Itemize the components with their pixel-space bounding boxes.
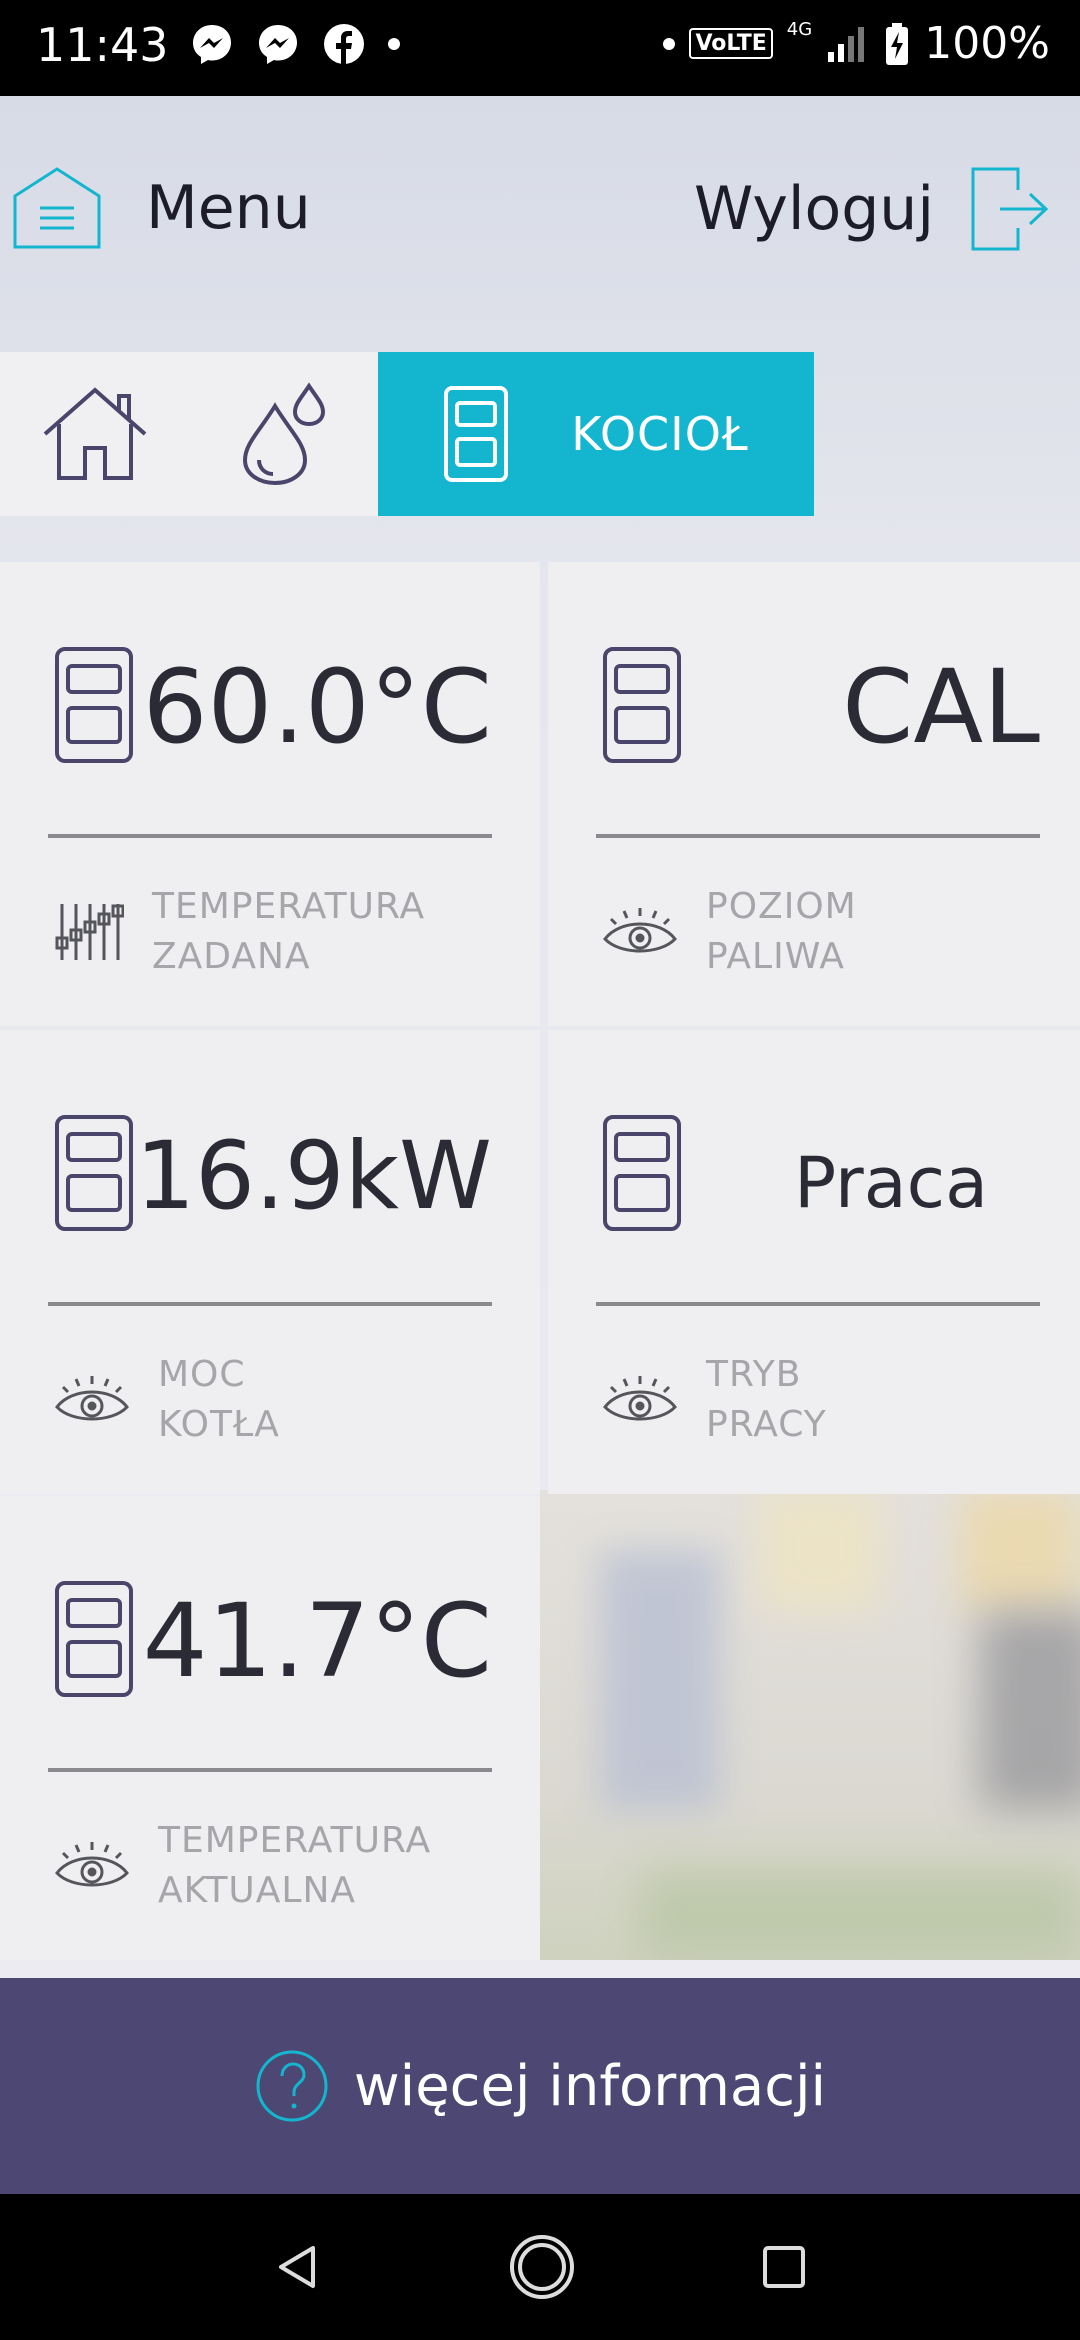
background-photo: [540, 1490, 1080, 1960]
battery-charging-icon: [886, 22, 909, 65]
card-temperatura-zadana[interactable]: 60.0°C TEMPERATURA ZADANA: [0, 562, 540, 1026]
card-moc-kotla[interactable]: 16.9kW MOC KOTŁA: [0, 1030, 540, 1494]
signal-icon: [828, 26, 865, 62]
more-info-button[interactable]: więcej informacji: [0, 1978, 1080, 2194]
card-label: POZIOM PALIWA: [706, 886, 857, 977]
home-nav-icon[interactable]: [509, 2234, 575, 2300]
battery-percent: 100%: [924, 18, 1050, 69]
menu-house-icon: [13, 167, 101, 249]
tab-boiler[interactable]: KOCIOŁ: [378, 352, 814, 516]
card-value: 60.0°C: [142, 648, 492, 767]
eye-icon: [603, 1376, 677, 1421]
app-header: Menu Wyloguj: [0, 96, 1080, 346]
divider: [596, 834, 1040, 838]
water-drops-icon: [242, 382, 326, 486]
logout-icon: [971, 167, 1049, 251]
card-value: Praca: [793, 1142, 988, 1224]
menu-button[interactable]: Menu: [12, 166, 311, 250]
tab-boiler-label: KOCIOŁ: [571, 407, 749, 461]
volte-badge: VoLTE: [689, 28, 773, 59]
notification-icons: [190, 22, 400, 66]
status-bar: 11:43 VoLTE 4G 100%: [0, 0, 1080, 96]
divider: [48, 1302, 492, 1306]
card-value: 41.7°C: [142, 1582, 492, 1701]
facebook-icon: [324, 24, 364, 64]
menu-label: Menu: [146, 173, 311, 243]
boiler-icon: [55, 1581, 133, 1697]
boiler-icon: [603, 647, 681, 763]
divider: [48, 1768, 492, 1772]
recents-icon[interactable]: [761, 2244, 807, 2290]
card-label: TEMPERATURA ZADANA: [152, 886, 426, 977]
system-nav-bar: [0, 2194, 1080, 2340]
boiler-icon: [55, 1115, 133, 1231]
back-icon[interactable]: [273, 2242, 323, 2292]
boiler-icon: [55, 647, 133, 763]
messenger-icon: [193, 25, 231, 64]
system-icons: VoLTE 4G 100%: [663, 18, 1050, 69]
card-value: 16.9kW: [135, 1122, 492, 1231]
tab-water[interactable]: [190, 352, 378, 516]
eye-icon: [55, 1376, 129, 1421]
category-tabs: KOCIOŁ: [0, 352, 814, 516]
eye-icon: [603, 908, 677, 953]
divider: [48, 834, 492, 838]
tab-home[interactable]: [0, 352, 190, 516]
messenger-icon: [259, 25, 297, 64]
card-tryb-pracy[interactable]: Praca TRYB PRACY: [548, 1030, 1080, 1494]
divider: [596, 1302, 1040, 1306]
eye-icon: [55, 1842, 129, 1887]
dot-icon: [388, 38, 400, 50]
logout-button[interactable]: Wyloguj: [694, 166, 1050, 252]
more-info-label: więcej informacji: [353, 2053, 827, 2119]
card-label: MOC KOTŁA: [158, 1354, 280, 1445]
card-temperatura-aktualna[interactable]: 41.7°C TEMPERATURA AKTUALNA: [0, 1496, 540, 1960]
sliders-icon: [55, 904, 124, 960]
network-type: 4G: [786, 19, 813, 40]
boiler-icon: [603, 1115, 681, 1231]
home-icon: [43, 387, 147, 480]
card-label: TEMPERATURA AKTUALNA: [158, 1820, 432, 1911]
boiler-icon: [444, 386, 509, 482]
logout-label: Wyloguj: [694, 174, 934, 244]
card-value: CAL: [842, 648, 1040, 767]
dot-icon: [663, 37, 676, 50]
card-label: TRYB PRACY: [706, 1354, 827, 1445]
help-icon: [256, 2050, 328, 2122]
status-time: 11:43: [36, 18, 169, 72]
app-screen: Menu Wyloguj KOCIOŁ 60.0°C TEMPERATURA Z…: [0, 96, 1080, 2194]
card-poziom-paliwa[interactable]: CAL POZIOM PALIWA: [548, 562, 1080, 1026]
